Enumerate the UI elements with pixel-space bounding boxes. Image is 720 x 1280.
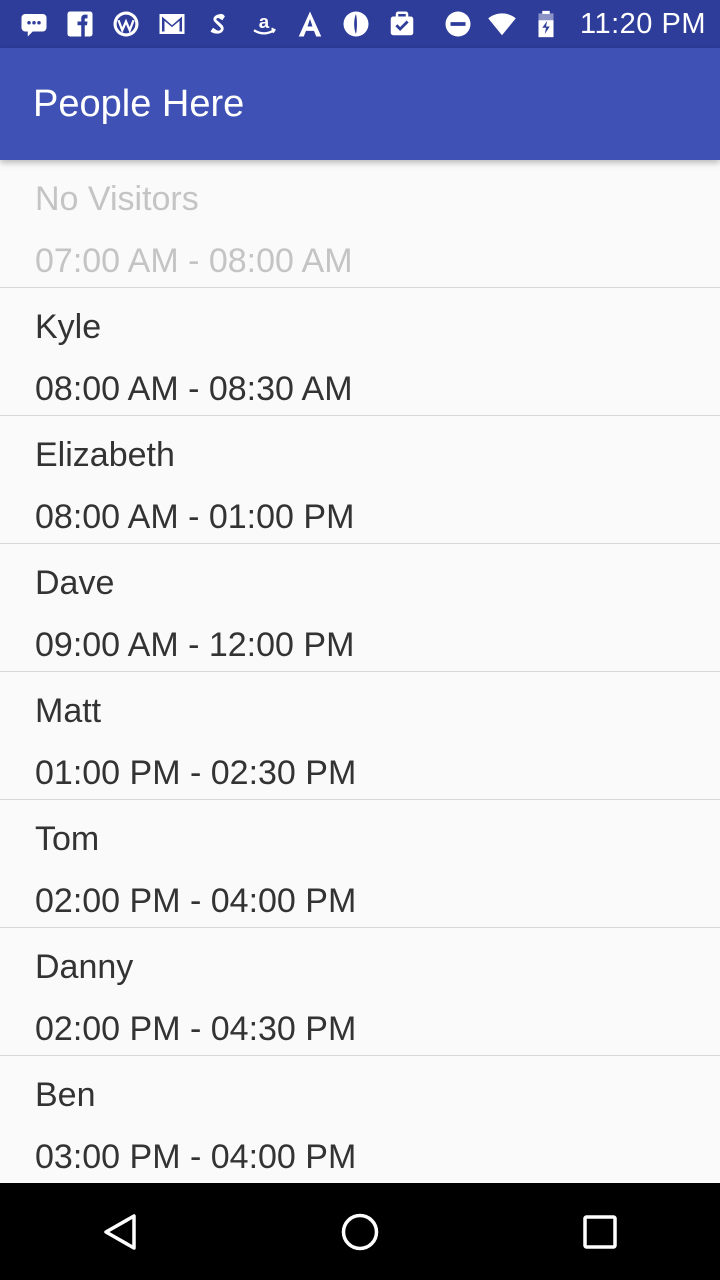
visit-time: 08:00 AM - 01:00 PM [35,498,355,536]
visit-time: 02:00 PM - 04:30 PM [35,1010,357,1048]
briefcase-check-icon [386,8,418,40]
list-item[interactable]: Tom 02:00 PM - 04:00 PM [0,800,720,928]
list-item[interactable]: Matt 01:00 PM - 02:30 PM [0,672,720,800]
visit-time: 07:00 AM - 08:00 AM [35,242,353,280]
app-bar: People Here [0,48,720,160]
svg-text:a: a [259,11,270,32]
amazon-icon: a [248,8,280,40]
chat-icon [18,8,50,40]
disk-icon [340,8,372,40]
status-clock: 11:20 PM [580,7,706,40]
recents-icon [583,1214,617,1249]
system-status-icons: 11:20 PM [442,8,706,41]
wifi-icon [486,8,518,40]
visitor-name: Dave [35,564,115,602]
visitor-list[interactable]: No Visitors 07:00 AM - 08:00 AM Kyle 08:… [0,160,720,1183]
visit-time: 03:00 PM - 04:00 PM [35,1138,357,1176]
visit-time: 01:00 PM - 02:30 PM [35,754,357,792]
list-item[interactable]: Dave 09:00 AM - 12:00 PM [0,544,720,672]
do-not-disturb-icon [442,8,474,40]
font-a-icon [294,8,326,40]
visitor-name: Tom [35,820,100,858]
facebook-icon [64,8,96,40]
list-item[interactable]: Danny 02:00 PM - 04:30 PM [0,928,720,1056]
list-item[interactable]: Ben 03:00 PM - 04:00 PM [0,1056,720,1183]
visitor-name: Ben [35,1076,96,1114]
navigation-bar [0,1183,720,1280]
app-title: People Here [33,82,245,125]
battery-icon [530,8,562,40]
visitor-name: Matt [35,692,102,730]
shazam-icon [202,8,234,40]
visit-time: 08:00 AM - 08:30 AM [35,370,353,408]
visit-time: 09:00 AM - 12:00 PM [35,626,355,664]
home-button[interactable] [300,1183,420,1280]
back-button[interactable] [60,1183,180,1280]
wordpress-icon [110,8,142,40]
visit-time: 02:00 PM - 04:00 PM [35,882,357,920]
visitor-name: Kyle [35,308,102,346]
home-icon [341,1213,379,1250]
list-item[interactable]: Elizabeth 08:00 AM - 01:00 PM [0,416,720,544]
recents-button[interactable] [540,1183,660,1280]
gmail-icon [156,8,188,40]
list-item[interactable]: Kyle 08:00 AM - 08:30 AM [0,288,720,416]
visitor-name: Danny [35,948,134,986]
notification-icons: a [18,8,442,40]
visitor-name: Elizabeth [35,436,175,474]
list-item[interactable]: No Visitors 07:00 AM - 08:00 AM [0,160,720,288]
visitor-name: No Visitors [35,180,199,218]
status-bar: a 11:20 PM [0,0,720,48]
back-icon [104,1213,136,1250]
